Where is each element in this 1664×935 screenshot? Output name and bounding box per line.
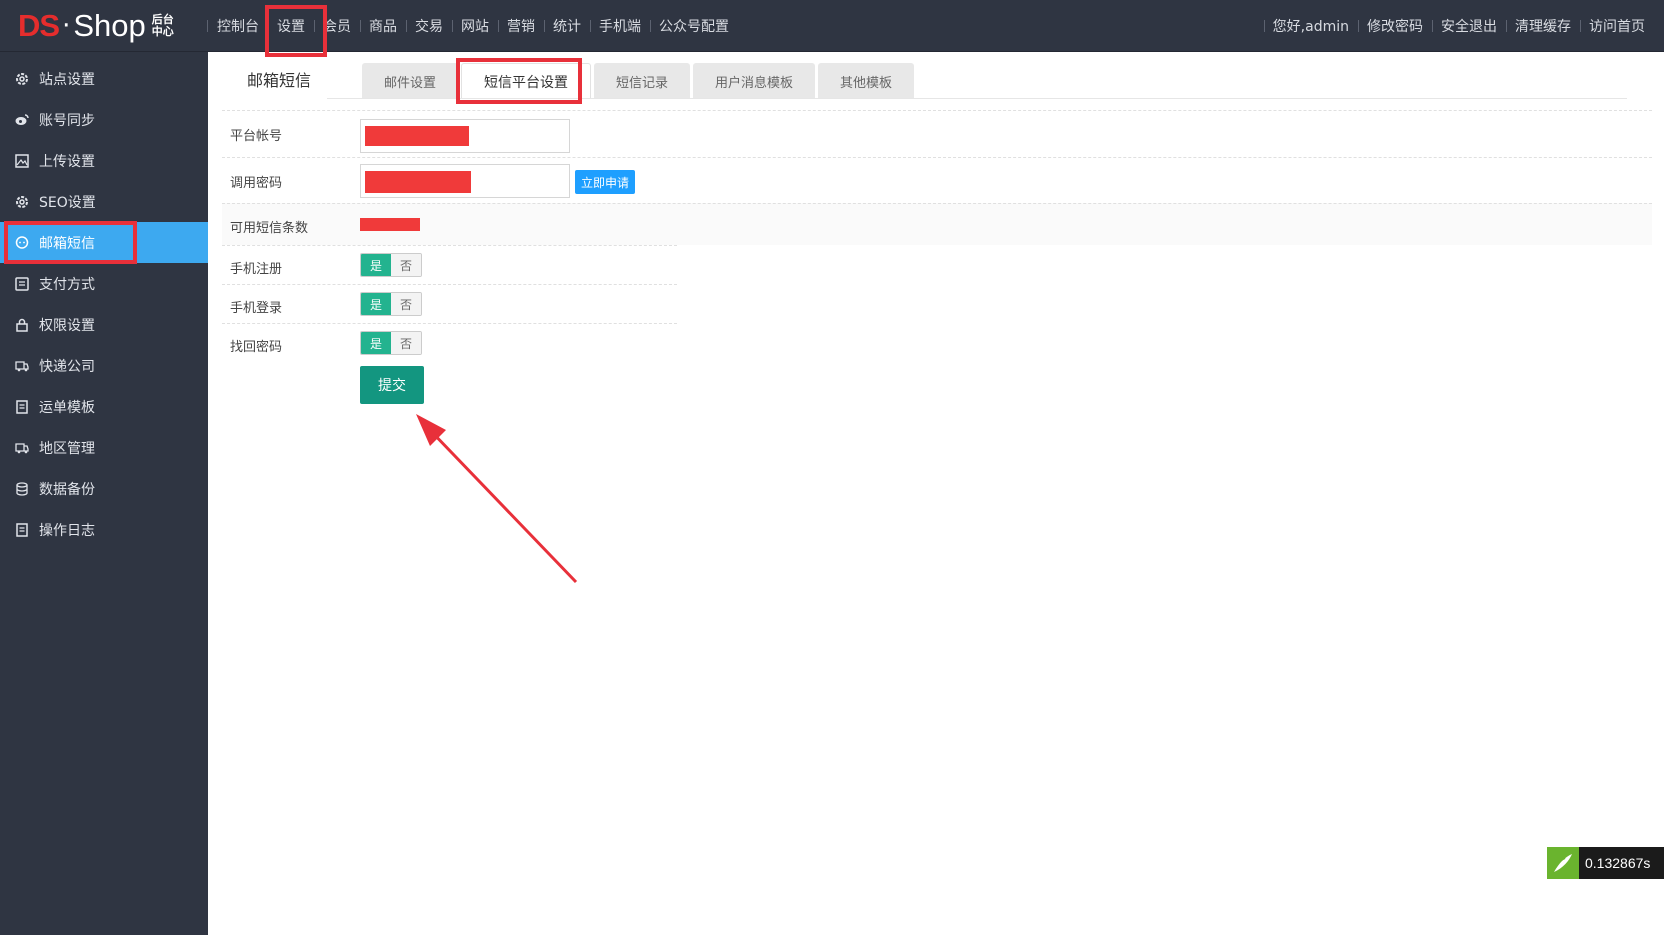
performance-badge: 0.132867s — [1547, 847, 1664, 879]
annotation-arrow — [416, 414, 578, 584]
render-time: 0.132867s — [1585, 855, 1651, 871]
leaf-icon — [1547, 847, 1579, 879]
